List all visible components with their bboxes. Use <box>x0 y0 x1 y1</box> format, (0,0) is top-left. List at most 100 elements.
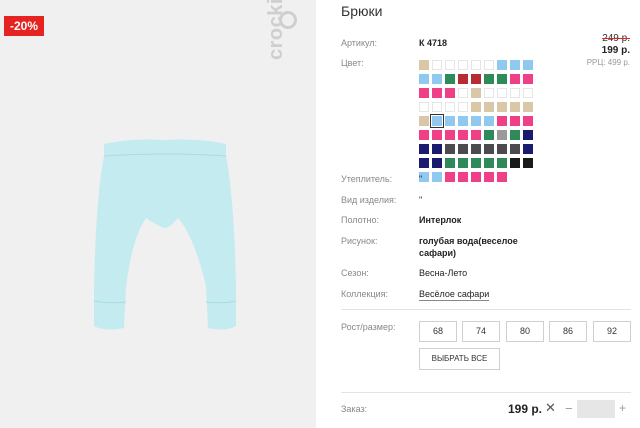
color-swatch[interactable] <box>458 130 468 140</box>
size-label: Рост/размер: <box>341 322 396 332</box>
brand-logo: crockid <box>265 0 287 60</box>
color-swatch[interactable] <box>430 114 444 128</box>
size-option-74[interactable]: 74 <box>462 321 500 342</box>
color-swatch[interactable] <box>523 60 533 70</box>
color-swatch[interactable] <box>497 74 507 84</box>
color-swatch[interactable] <box>471 102 481 112</box>
color-swatch[interactable] <box>432 172 442 182</box>
color-swatch[interactable] <box>432 102 442 112</box>
color-swatch[interactable] <box>432 88 442 98</box>
quantity-decrease-button[interactable]: − <box>565 401 573 416</box>
color-swatch[interactable] <box>523 130 533 140</box>
color-swatch[interactable] <box>497 60 507 70</box>
select-all-sizes-button[interactable]: ВЫБРАТЬ ВСЕ <box>419 348 500 370</box>
color-swatch[interactable] <box>445 144 455 154</box>
quantity-input[interactable] <box>577 400 615 418</box>
color-swatch[interactable] <box>445 102 455 112</box>
color-swatch[interactable] <box>419 116 429 126</box>
color-swatch[interactable] <box>497 144 507 154</box>
color-swatch[interactable] <box>471 60 481 70</box>
size-option-80[interactable]: 80 <box>506 321 544 342</box>
product-image-panel[interactable]: -20% crockid <box>0 0 316 428</box>
color-swatch[interactable] <box>471 88 481 98</box>
color-swatch[interactable] <box>419 88 429 98</box>
color-swatch[interactable] <box>484 130 494 140</box>
size-option-86[interactable]: 86 <box>549 321 587 342</box>
color-swatch[interactable] <box>419 74 429 84</box>
color-swatch[interactable] <box>510 74 520 84</box>
color-swatch[interactable] <box>471 172 481 182</box>
color-swatch[interactable] <box>445 116 455 126</box>
color-label: Цвет: <box>341 58 364 68</box>
color-swatch[interactable] <box>510 144 520 154</box>
color-swatch[interactable] <box>471 144 481 154</box>
color-swatch[interactable] <box>471 158 481 168</box>
product-type-label: Вид изделия: <box>341 195 397 205</box>
color-swatch[interactable] <box>497 172 507 182</box>
color-swatch[interactable] <box>458 60 468 70</box>
color-swatch[interactable] <box>445 60 455 70</box>
divider <box>341 392 631 393</box>
color-swatch[interactable] <box>510 102 520 112</box>
swatch-row <box>419 102 539 115</box>
color-swatch[interactable] <box>419 144 429 154</box>
color-swatch[interactable] <box>523 102 533 112</box>
color-swatch[interactable] <box>497 158 507 168</box>
divider <box>341 309 631 310</box>
color-swatch[interactable] <box>484 172 494 182</box>
color-swatch[interactable] <box>419 60 429 70</box>
quantity-increase-button[interactable]: + <box>619 401 626 415</box>
close-icon[interactable]: ✕ <box>545 400 556 416</box>
color-swatch[interactable] <box>458 88 468 98</box>
color-swatch[interactable] <box>445 74 455 84</box>
color-swatch[interactable] <box>458 172 468 182</box>
color-swatch[interactable] <box>523 144 533 154</box>
size-option-92[interactable]: 92 <box>593 321 631 342</box>
color-swatch[interactable] <box>432 130 442 140</box>
color-swatch[interactable] <box>510 130 520 140</box>
color-swatch[interactable] <box>510 158 520 168</box>
color-swatch[interactable] <box>510 88 520 98</box>
color-swatch[interactable] <box>432 60 442 70</box>
color-swatch[interactable] <box>445 130 455 140</box>
color-swatch[interactable] <box>458 144 468 154</box>
color-swatch[interactable] <box>510 60 520 70</box>
insulation-value: " <box>419 174 423 184</box>
color-swatch[interactable] <box>523 74 533 84</box>
color-swatch[interactable] <box>484 60 494 70</box>
color-swatch[interactable] <box>432 74 442 84</box>
color-swatch[interactable] <box>484 116 494 126</box>
color-swatch[interactable] <box>484 144 494 154</box>
color-swatch[interactable] <box>445 88 455 98</box>
color-swatch[interactable] <box>458 74 468 84</box>
size-option-68[interactable]: 68 <box>419 321 457 342</box>
pattern-value-line2: сафари) <box>419 248 457 258</box>
color-swatch[interactable] <box>484 102 494 112</box>
color-swatch[interactable] <box>497 102 507 112</box>
color-swatch[interactable] <box>458 102 468 112</box>
color-swatch[interactable] <box>419 158 429 168</box>
color-swatch[interactable] <box>484 158 494 168</box>
color-swatch[interactable] <box>432 158 442 168</box>
color-swatch[interactable] <box>445 158 455 168</box>
color-swatch[interactable] <box>523 116 533 126</box>
color-swatch[interactable] <box>458 158 468 168</box>
color-swatch[interactable] <box>458 116 468 126</box>
color-swatch[interactable] <box>445 172 455 182</box>
swatch-row <box>419 144 539 157</box>
color-swatch[interactable] <box>484 74 494 84</box>
color-swatch[interactable] <box>432 144 442 154</box>
color-swatch[interactable] <box>497 130 507 140</box>
color-swatch[interactable] <box>523 88 533 98</box>
color-swatch[interactable] <box>471 74 481 84</box>
color-swatch[interactable] <box>484 88 494 98</box>
color-swatch[interactable] <box>471 116 481 126</box>
color-swatch[interactable] <box>419 130 429 140</box>
color-swatch[interactable] <box>497 88 507 98</box>
color-swatch[interactable] <box>510 116 520 126</box>
color-swatch[interactable] <box>497 116 507 126</box>
color-swatch[interactable] <box>523 158 533 168</box>
color-swatch[interactable] <box>419 102 429 112</box>
collection-link[interactable]: Весёлое сафари <box>419 289 490 301</box>
color-swatch[interactable] <box>471 130 481 140</box>
